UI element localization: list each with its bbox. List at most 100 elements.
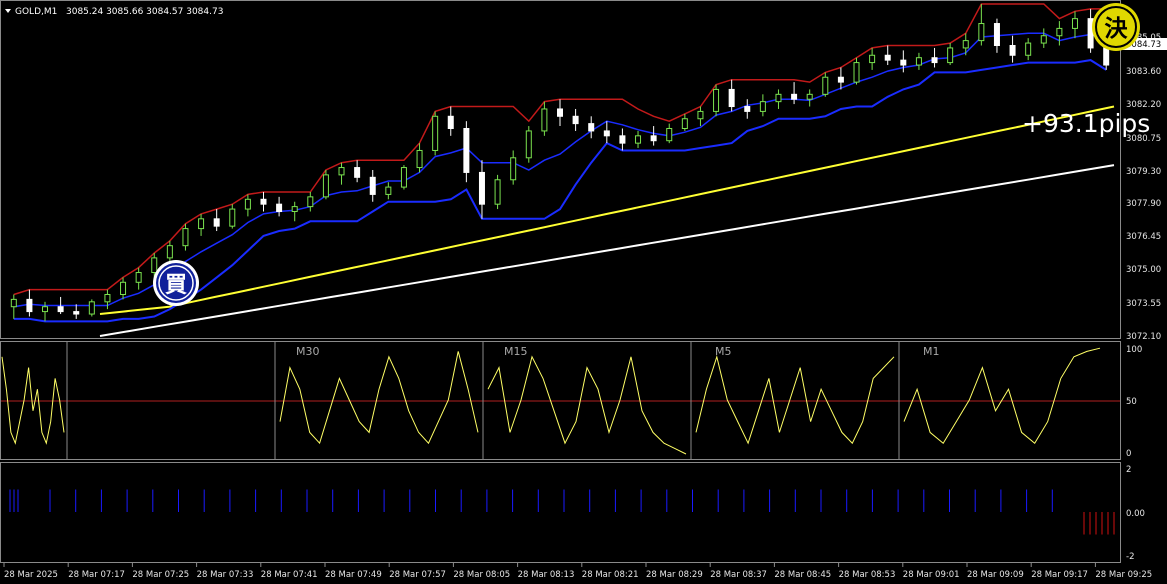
candle [432,111,439,156]
candle [400,165,407,190]
candle-body [447,115,454,130]
candle-body [806,93,813,100]
price-tick: 3072.10 [1126,332,1161,342]
price-tick: 3075.00 [1126,265,1161,275]
hist-tick: 2 [1126,465,1131,475]
ohlc-readout: 3085.24 3085.66 3084.57 3084.73 [66,7,223,17]
candle-body [229,208,236,227]
candle-body [1040,35,1047,44]
candle-body [619,135,626,144]
candle-body [494,179,501,205]
candle-body [385,186,392,195]
candle-body [307,196,314,208]
time-tick-label: 28 Mar 07:49 [325,570,382,580]
price-tick: 3079.30 [1126,167,1161,177]
candle-body [400,167,407,188]
time-tick-label: 28 Mar 08:53 [839,570,896,580]
time-tick-label: 28 Mar 08:05 [453,570,510,580]
time-tick-label: 28 Mar 08:21 [582,570,639,580]
candle-body [104,294,111,303]
time-tick-label: 28 Mar 09:01 [903,570,960,580]
pane-label-m30: M30 [296,345,320,358]
candle-body [213,218,220,227]
pane-label-m5: M5 [715,345,732,358]
candle-body [432,115,439,151]
candle-body [369,176,376,195]
candle-body [635,135,642,144]
candle-body [541,108,548,132]
time-tick-label: 28 Mar 09:09 [967,570,1024,580]
candle-body [728,88,735,108]
close-badge: 決 [1092,3,1140,51]
candle-body [182,228,189,247]
time-tick-label: 28 Mar 09:17 [1031,570,1088,580]
candle-body [697,110,704,120]
pane-label-m1: M1 [923,345,940,358]
hist-tick: 0.00 [1126,509,1145,519]
candle [322,170,329,200]
stoch-tick: 100 [1126,345,1142,355]
stoch-tick: 0 [1126,449,1131,459]
candle-body [1025,42,1032,56]
candle-body [10,298,17,308]
price-tick: 3076.45 [1126,232,1161,242]
candle-body [525,130,532,159]
candle-body [416,149,423,169]
candle-body [853,62,860,83]
candle-body [572,115,579,125]
price-tick: 3073.55 [1126,299,1161,309]
candle-body [135,272,142,283]
time-tick-label: 28 Mar 2025 [4,570,58,580]
close-badge-label: 決 [1105,16,1129,42]
candle-body [791,93,798,100]
candle-body [557,108,563,117]
candle-body [198,218,205,230]
time-tick-label: 28 Mar 07:33 [197,570,254,580]
candle [525,126,532,163]
candle [494,174,501,210]
symbol-label: GOLD,M1 [15,7,57,17]
candle-body [681,118,688,129]
candle-body [884,54,891,61]
candle-body [1009,45,1016,56]
candle-body [603,130,610,137]
candle-body [744,106,751,112]
candle-body [978,23,985,42]
candle-body [354,167,361,178]
candle-body [947,47,954,64]
time-tick-label: 28 Mar 07:17 [68,570,125,580]
time-tick-label: 28 Mar 08:13 [518,570,575,580]
time-tick-label: 28 Mar 07:25 [132,570,189,580]
time-tick-label: 28 Mar 07:57 [389,570,446,580]
candle-body [837,76,844,83]
candle-body [276,203,283,212]
candle-body [244,198,251,210]
candle-body [1103,47,1110,66]
candle-body [666,128,673,142]
candle [88,299,95,317]
stoch-tick: 50 [1126,397,1137,407]
candle-body [26,298,33,313]
candle-body [1056,27,1063,37]
price-tick: 3077.90 [1126,199,1161,209]
candle-body [151,257,158,274]
candle-body [869,54,876,64]
chart-area[interactable]: GOLD,M1 3085.24 3085.66 3084.57 3084.73 … [0,0,1167,584]
candle-body [993,23,1000,46]
pips-label: +93.1pips [1022,109,1150,138]
time-tick-label: 28 Mar 08:29 [646,570,703,580]
candle-body [931,57,938,64]
candle-body [650,135,657,142]
candle-body [73,311,80,315]
candle-body [510,157,517,181]
buy-badge: 買 [153,260,199,306]
time-tick-label: 28 Mar 09:25 [1095,570,1152,580]
symbol-title: GOLD,M1 3085.24 3085.66 3084.57 3084.73 [5,7,223,17]
candle [713,84,720,117]
candle-body [822,76,829,95]
buy-badge-label: 買 [165,273,187,298]
hist-tick: -2 [1126,552,1134,562]
candle-body [338,167,345,176]
candle-body [713,88,720,112]
candle-body [478,171,485,205]
